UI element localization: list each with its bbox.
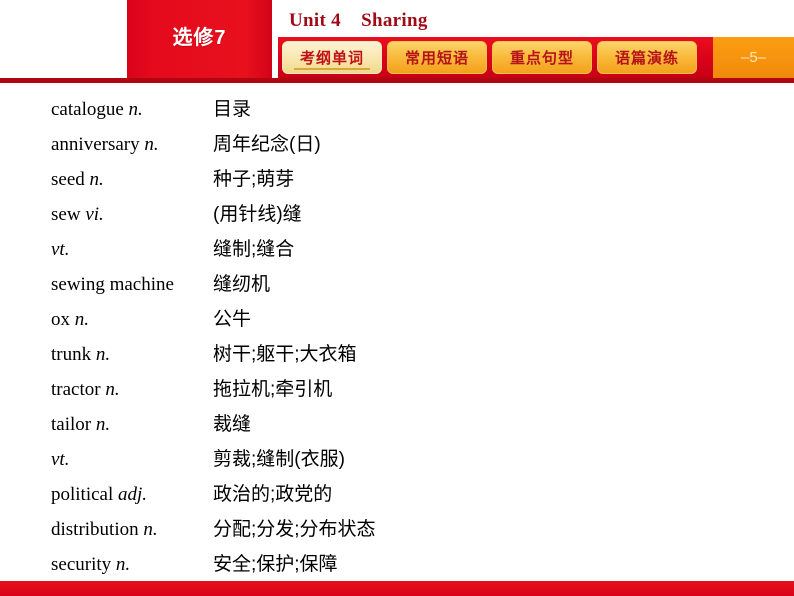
vocabulary-term: ox n. xyxy=(51,302,89,337)
vocabulary-row: seed n. 种子;萌芽 xyxy=(0,162,794,197)
part-of-speech: n. xyxy=(143,519,158,540)
part-of-speech: vi. xyxy=(85,204,104,225)
page-title: Unit 4 Sharing xyxy=(289,10,428,31)
vocabulary-term: vt. xyxy=(51,442,69,477)
vocabulary-term: distribution n. xyxy=(51,512,158,547)
vocabulary-word: sewing machine xyxy=(51,274,174,295)
part-of-speech: n. xyxy=(105,379,120,400)
vocabulary-meaning: (用针线)缝 xyxy=(213,204,302,225)
vocabulary-word: anniversary xyxy=(51,134,140,155)
vocabulary-list: catalogue n. 目录 anniversary n. 周年纪念(日) seed … xyxy=(0,92,794,582)
vocabulary-word: sew xyxy=(51,204,81,225)
vocabulary-term: anniversary n. xyxy=(51,127,159,162)
part-of-speech: n. xyxy=(115,554,131,575)
vocabulary-term: sew vi. xyxy=(51,197,104,232)
tab-active-underline xyxy=(294,68,370,70)
vocabulary-word: tractor xyxy=(51,379,101,400)
vocabulary-row: political adj. 政治的;政党的 xyxy=(0,477,794,512)
tab-bar: 考纲单词 常用短语 重点句型 语篇演练 xyxy=(278,37,713,78)
vocabulary-meaning: 树干;躯干;大衣箱 xyxy=(213,344,357,365)
vocabulary-row: vt. 剪裁;缝制(衣服) xyxy=(0,442,794,477)
vocabulary-meaning: 周年纪念(日) xyxy=(213,134,321,155)
vocabulary-term: catalogue n. xyxy=(51,92,143,127)
tab-yupian-yanlian[interactable]: 语篇演练 xyxy=(597,41,697,74)
vocabulary-word: seed xyxy=(51,169,85,190)
vocabulary-meaning: 政治的;政党的 xyxy=(213,484,333,505)
vocabulary-row: distribution n. 分配;分发;分布状态 xyxy=(0,512,794,547)
vocabulary-word: security xyxy=(51,554,112,575)
vocabulary-term: sewing machine xyxy=(51,267,174,302)
vocabulary-meaning: 目录 xyxy=(213,99,252,120)
vocabulary-meaning: 缝制;缝合 xyxy=(213,239,295,260)
header-divider xyxy=(0,78,794,83)
tab-label: 考纲单词 xyxy=(299,50,364,67)
page-number-label: –5– xyxy=(740,49,767,66)
vocabulary-row: tractor n. 拖拉机;牵引机 xyxy=(0,372,794,407)
part-of-speech: n. xyxy=(144,134,159,155)
vocabulary-meaning: 公牛 xyxy=(213,309,252,330)
vocabulary-word: catalogue xyxy=(51,99,124,120)
vocabulary-term: political adj. xyxy=(51,477,147,512)
vocabulary-row: catalogue n. 目录 xyxy=(0,92,794,127)
book-level-label: 选修7 xyxy=(172,27,227,49)
tab-label: 常用短语 xyxy=(404,50,469,67)
vocabulary-term: vt. xyxy=(51,232,69,267)
vocabulary-term: security n. xyxy=(51,547,130,582)
vocabulary-meaning: 裁缝 xyxy=(213,414,252,435)
vocabulary-word: ox xyxy=(51,309,70,330)
vocabulary-meaning: 拖拉机;牵引机 xyxy=(213,379,333,400)
part-of-speech: n. xyxy=(89,169,104,190)
vocabulary-meaning: 种子;萌芽 xyxy=(213,169,295,190)
vocabulary-term: seed n. xyxy=(51,162,104,197)
vocabulary-row: vt. 缝制;缝合 xyxy=(0,232,794,267)
part-of-speech: n. xyxy=(95,414,111,435)
vocabulary-meaning: 分配;分发;分布状态 xyxy=(213,519,376,540)
vocabulary-meaning: 剪裁;缝制(衣服) xyxy=(213,449,345,470)
vocabulary-meaning: 缝纫机 xyxy=(213,274,271,295)
part-of-speech: n. xyxy=(74,309,89,330)
vocabulary-term: trunk n. xyxy=(51,337,110,372)
part-of-speech: vt. xyxy=(51,449,70,470)
tab-label: 重点句型 xyxy=(509,50,574,67)
part-of-speech: n. xyxy=(95,344,111,365)
part-of-speech: vt. xyxy=(51,239,70,260)
page-header: 选修7 Unit 4 Sharing 考纲单词 常用短语 重点句型 语篇演练 –… xyxy=(0,0,794,83)
vocabulary-row: anniversary n. 周年纪念(日) xyxy=(0,127,794,162)
tab-list: 考纲单词 常用短语 重点句型 语篇演练 xyxy=(278,37,697,78)
tab-changyong-duanyu[interactable]: 常用短语 xyxy=(387,41,487,74)
vocabulary-word: trunk xyxy=(51,344,92,365)
vocabulary-row: tailor n. 裁缝 xyxy=(0,407,794,442)
part-of-speech: n. xyxy=(128,99,143,120)
vocabulary-word: distribution xyxy=(51,519,139,540)
vocabulary-term: tractor n. xyxy=(51,372,120,407)
vocabulary-word: tailor xyxy=(51,414,92,435)
vocabulary-row: sewing machine 缝纫机 xyxy=(0,267,794,302)
tab-zhongdian-juxing[interactable]: 重点句型 xyxy=(492,41,592,74)
footer-bar xyxy=(0,581,794,596)
vocabulary-row: security n. 安全;保护;保障 xyxy=(0,547,794,582)
page-number-block: –5– xyxy=(713,37,794,78)
tab-kaogang-danci[interactable]: 考纲单词 xyxy=(282,41,382,74)
vocabulary-row: trunk n. 树干;躯干;大衣箱 xyxy=(0,337,794,372)
vocabulary-word: political xyxy=(51,484,114,505)
tab-label: 语篇演练 xyxy=(614,50,679,67)
vocabulary-row: sew vi. (用针线)缝 xyxy=(0,197,794,232)
vocabulary-meaning: 安全;保护;保障 xyxy=(213,554,338,575)
vocabulary-term: tailor n. xyxy=(51,407,110,442)
book-level-badge: 选修7 xyxy=(127,0,272,78)
part-of-speech: adj. xyxy=(118,484,148,505)
vocabulary-row: ox n. 公牛 xyxy=(0,302,794,337)
